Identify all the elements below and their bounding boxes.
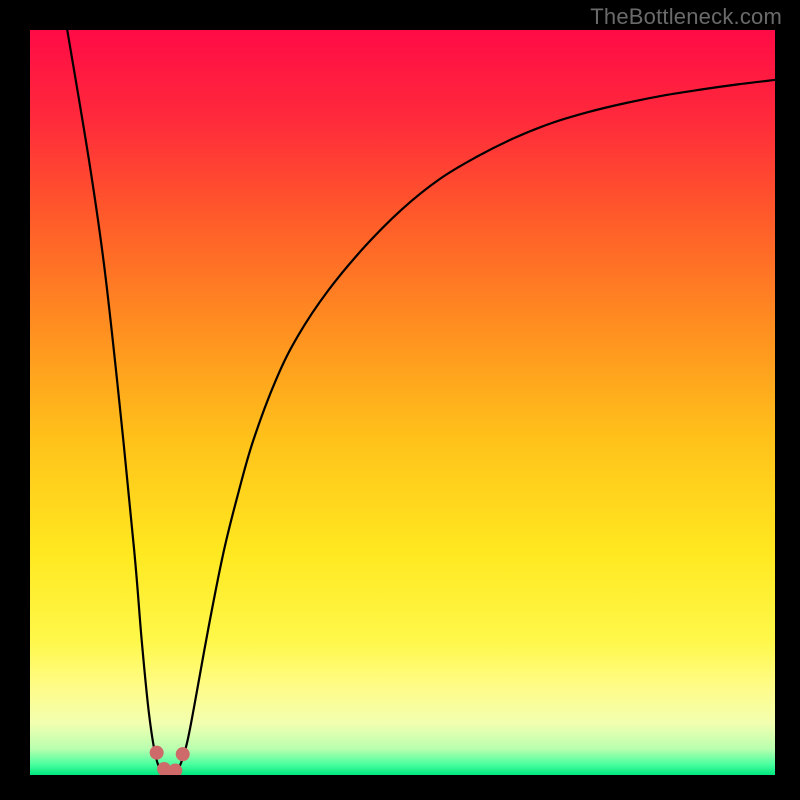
watermark-text: TheBottleneck.com [590,4,782,30]
min-marker [176,747,190,761]
chart-frame: TheBottleneck.com [0,0,800,800]
plot-area [30,30,775,775]
min-marker [150,746,164,760]
bottleneck-curve [30,30,775,775]
